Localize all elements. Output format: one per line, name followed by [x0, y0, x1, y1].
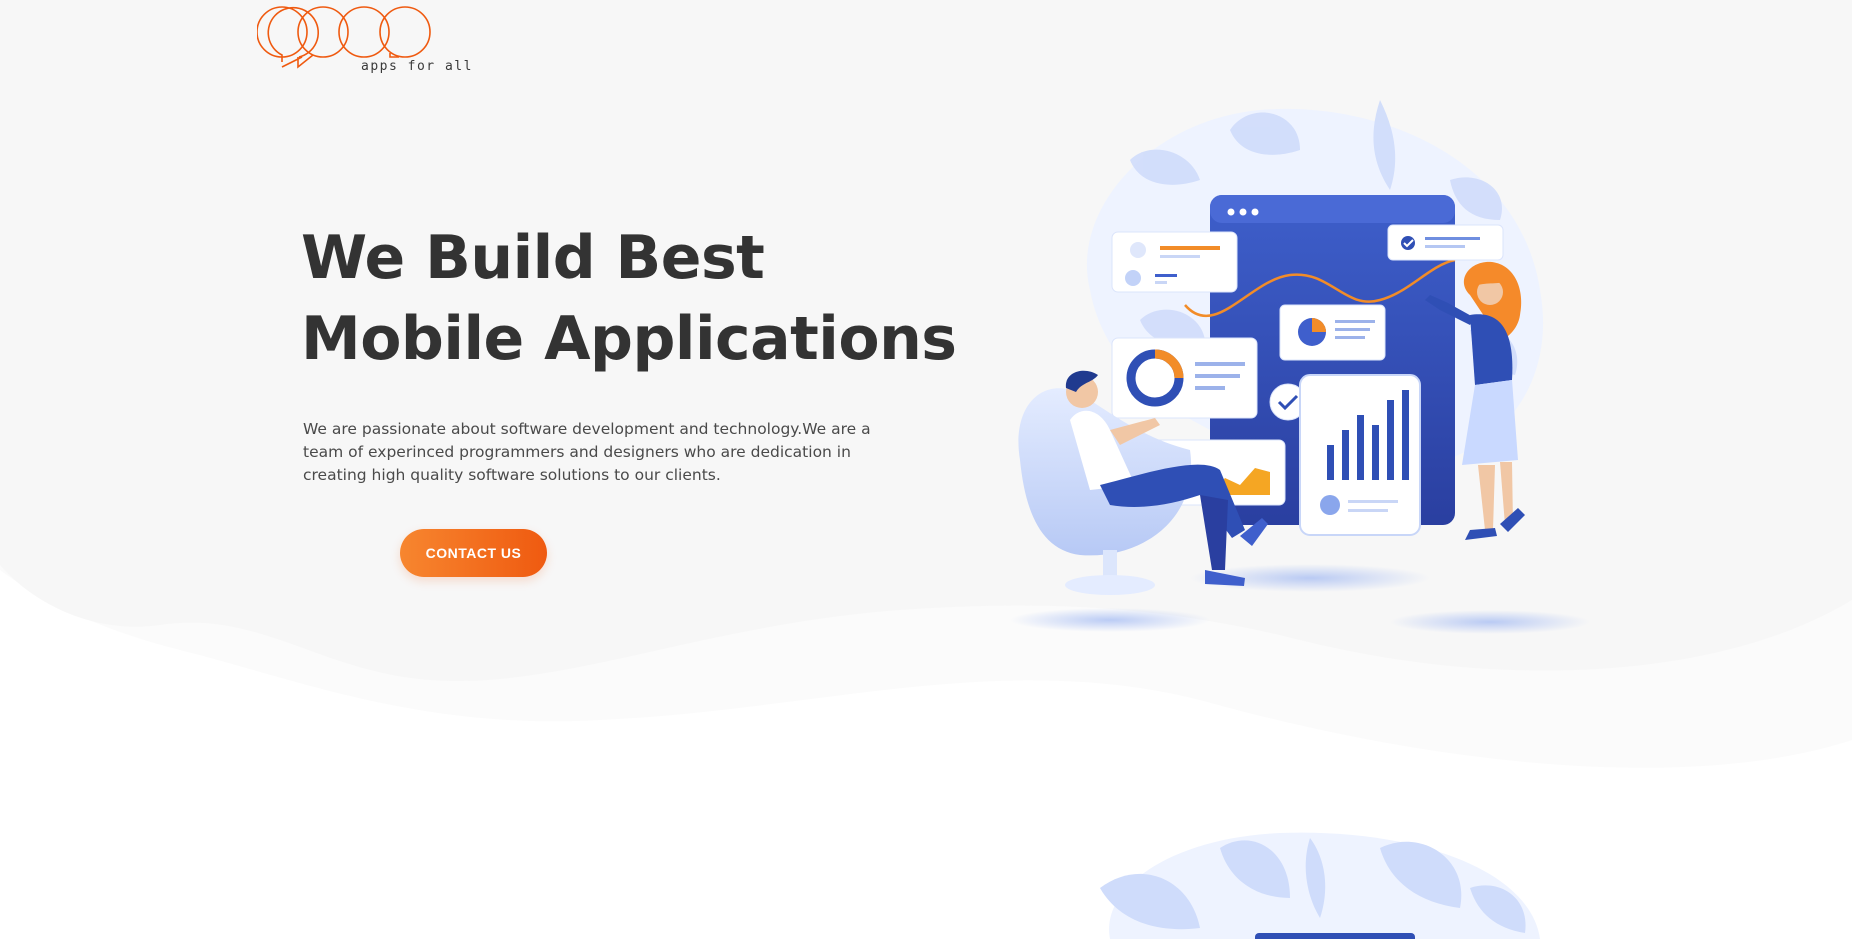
- hero-title-line-1: We Build Best: [301, 223, 765, 293]
- brand-tagline: apps for all: [361, 59, 473, 74]
- team-analytics-dashboard-illustration-icon: [1010, 100, 1590, 634]
- hero-description: We are passionate about software develop…: [303, 420, 871, 484]
- hero-title-line-2: Mobile Applications: [301, 304, 957, 374]
- brand-logo[interactable]: apps for all: [256, 5, 471, 77]
- hero-title: We Build Best Mobile Applications: [301, 218, 957, 380]
- contact-us-button[interactable]: CONTACT US: [400, 529, 547, 577]
- secondary-illustration-leaves-icon: [1100, 832, 1540, 939]
